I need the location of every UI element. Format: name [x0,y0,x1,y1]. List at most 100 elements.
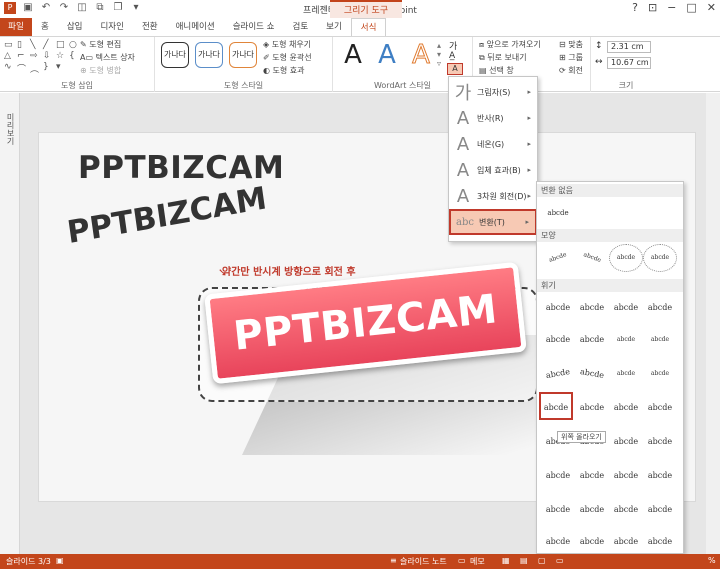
curve-icon[interactable]: ∿ [4,62,16,75]
transform-warp-double-wave-1[interactable]: abcde [609,428,643,456]
zoom-level[interactable]: % [708,556,716,565]
rect-icon[interactable]: □ [56,40,68,50]
transform-warp-deflate-bottom[interactable]: abcde [643,462,677,490]
transform-warp-plain[interactable]: abcde [541,294,575,322]
transform-warp-button[interactable]: abcde [643,360,677,388]
menu-item-bevel[interactable]: A 입체 효과(B) ▸ [449,157,537,183]
shapes-gallery[interactable]: ▭ ▯ ╲ ╱ □ ○ △ ⌐ ⇨ ⇩ ☆{ ∿ ⌒ ︵} ▾ [4,40,79,75]
transform-warp-triangle-down[interactable]: abcde [643,294,677,322]
transform-warp-slant-up[interactable]: abcde [643,528,677,553]
transform-arch-up[interactable]: abcde [537,239,579,277]
shape-style-swatch[interactable]: 가나다 [195,42,223,68]
help-icon[interactable]: ? [632,1,638,14]
curve-icon[interactable]: ︵ [30,62,42,75]
transform-warp-chevron-down[interactable]: abcde [575,326,609,354]
bring-forward-button[interactable]: ⧈ 앞으로 가져오기 [479,39,541,50]
tab-home[interactable]: 홈 [32,18,58,36]
shape-outline-button[interactable]: ✐ 도형 윤곽선 [263,52,312,63]
send-backward-button[interactable]: ⧉ 뒤로 보내기 [479,52,527,63]
transform-warp-double-wave-2[interactable]: abcde [643,428,677,456]
slideshow-icon[interactable]: ▭ [556,556,564,565]
transform-warp-curve-up[interactable]: abcde [539,392,573,420]
comments-button[interactable]: 메모 [470,556,485,567]
shape-style-swatch[interactable]: 가나다 [229,42,257,68]
menu-item-transform[interactable]: abc 변환(T) ▸ [449,209,537,235]
transform-warp-fade-left[interactable]: abcde [541,528,575,553]
reading-view-icon[interactable]: ▢ [538,556,546,565]
thumbnail-pane-collapsed[interactable]: 미리보기 [0,93,20,554]
tab-design[interactable]: 디자인 [91,18,132,36]
shape-effects-button[interactable]: ◐ 도형 효과 [263,65,305,76]
line-icon[interactable]: ╲ [30,40,42,50]
transform-warp-can-down[interactable]: abcde [643,394,677,422]
rect-icon[interactable]: ▭ [4,40,16,50]
brace-icon[interactable]: } [43,62,55,75]
text-effects-icon[interactable]: A [447,63,463,75]
line-icon[interactable]: ╱ [43,40,55,50]
line-icon[interactable]: ⌐ [17,51,29,61]
transform-warp-deflate-top[interactable]: abcde [575,496,609,524]
notes-button[interactable]: 슬라이드 노트 [400,556,447,567]
height-field[interactable]: 2.31 cm [607,41,651,53]
spellcheck-icon[interactable]: ▣ [56,556,64,565]
text-outline-icon[interactable]: A̲ [449,51,455,61]
transform-warp-inflate-top[interactable]: abcde [541,496,575,524]
transform-warp-arch-down[interactable]: abcde [573,357,611,390]
transform-warp-arch-up[interactable]: abcde [539,357,577,390]
text-box-button[interactable]: A▭ 텍스트 상자 [80,52,135,63]
slide-text-plain[interactable]: PPTBIZCAM [78,150,284,186]
shape-style-swatch[interactable]: 가나다 [161,42,189,68]
curve-icon[interactable]: ⌒ [17,62,29,75]
transform-arch-down[interactable]: abcde [571,239,613,277]
shape-fill-button[interactable]: ◈ 도형 채우기 [263,39,311,50]
normal-view-icon[interactable]: ▦ [502,556,510,565]
menu-item-glow[interactable]: A 네온(G) ▸ [449,131,537,157]
triangle-icon[interactable]: △ [4,51,16,61]
rect-icon[interactable]: ▯ [17,40,29,50]
transform-warp-triangle-up[interactable]: abcde [609,294,643,322]
transform-warp-deflate[interactable]: abcde [575,462,609,490]
menu-item-reflection[interactable]: A 반사(R) ▸ [449,105,537,131]
transform-warp-stop[interactable]: abcde [575,294,609,322]
transform-warp-inflate-bottom[interactable]: abcde [609,462,643,490]
menu-item-shadow[interactable]: 가 그림자(S) ▸ [449,79,537,105]
transform-warp-ring-inside[interactable]: abcde [609,326,643,354]
tab-transitions[interactable]: 전환 [133,18,167,36]
tab-file[interactable]: 파일 [0,18,32,36]
arrow-icon[interactable]: ⇨ [30,51,42,61]
menu-item-3d-rotation[interactable]: A 3차원 회전(D) ▸ [449,183,537,209]
width-field[interactable]: 10.67 cm [607,57,651,69]
group-button[interactable]: ⊞ 그룹 [559,52,583,63]
arrow-icon[interactable]: ⇩ [43,51,55,61]
ribbon-display-icon[interactable]: ⊡ [648,1,657,14]
slide-sorter-icon[interactable]: ▤ [520,556,528,565]
tab-review[interactable]: 검토 [284,18,318,36]
minimize-icon[interactable]: − [667,1,676,14]
selection-pane-button[interactable]: ▤ 선택 창 [479,65,514,76]
transform-warp-inflate[interactable]: abcde [541,462,575,490]
gallery-scroll-icon[interactable]: ▴ ▾ ▿ [437,41,441,68]
more-icon[interactable]: ▾ [56,62,68,75]
close-icon[interactable]: ✕ [707,1,716,14]
transform-none[interactable]: abcde [541,199,575,227]
tab-animations[interactable]: 애니메이션 [167,18,224,36]
wordart-style-black[interactable]: A [337,40,369,70]
transform-warp-fade-right[interactable]: abcde [643,496,677,524]
transform-warp-chevron-up[interactable]: abcde [541,326,575,354]
transform-warp-fade-up[interactable]: abcde [575,528,609,553]
tab-slideshow[interactable]: 슬라이드 쇼 [224,18,284,36]
rotate-button[interactable]: ⟳ 회전 [559,65,583,76]
maximize-icon[interactable]: □ [686,1,696,14]
transform-warp-ring-outside[interactable]: abcde [643,326,677,354]
wordart-style-blue[interactable]: A [371,40,403,70]
transform-button[interactable]: abcde [643,244,677,272]
align-button[interactable]: ⊟ 맞춤 [559,39,583,50]
transform-warp-deflate-inflate[interactable]: abcde [609,496,643,524]
vertical-scrollbar[interactable] [706,93,720,554]
transform-warp-fade-down[interactable]: abcde [609,528,643,553]
tab-insert[interactable]: 삽입 [58,18,92,36]
transform-warp-circle[interactable]: abcde [609,360,643,388]
merge-shapes-button[interactable]: ⊕ 도형 병합 [80,65,121,76]
star-icon[interactable]: ☆ [56,51,68,61]
edit-shape-button[interactable]: ✎ 도형 편집 [80,39,121,50]
